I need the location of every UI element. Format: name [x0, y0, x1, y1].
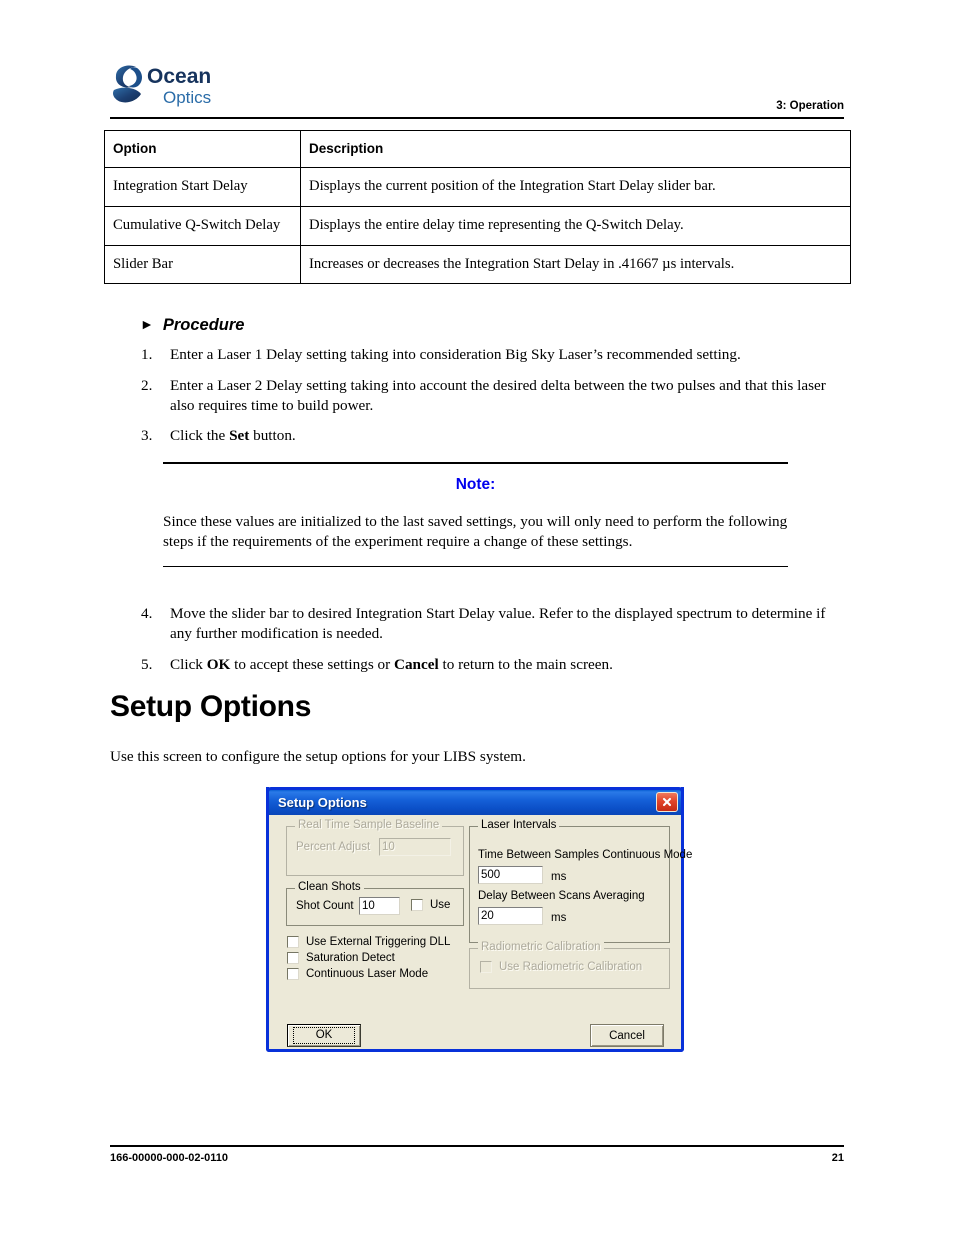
note-bottom-divider: [163, 565, 788, 568]
group-real-time-sample-baseline: Real Time Sample Baseline Percent Adjust…: [286, 819, 464, 876]
document-page: Ocean Optics 3: Operation Option Descrip…: [0, 0, 954, 1235]
cell-option: Cumulative Q-Switch Delay: [104, 205, 301, 246]
checkbox-label: Use External Triggering DLL: [306, 936, 451, 948]
cancel-button-label: Cancel: [609, 1029, 645, 1042]
dialog-titlebar[interactable]: Setup Options: [266, 787, 684, 815]
checkbox-continuous-laser-mode[interactable]: Continuous Laser Mode: [287, 968, 428, 980]
table-row: Slider Bar Increases or decreases the In…: [104, 244, 851, 285]
footer-divider: [110, 1145, 844, 1147]
step-number: 3.: [141, 427, 153, 445]
checkbox-label: Saturation Detect: [306, 952, 395, 964]
group-title-real-time-sample-baseline: Real Time Sample Baseline: [295, 819, 443, 831]
percent-adjust-label: Percent Adjust: [296, 841, 371, 853]
svg-text:Ocean: Ocean: [147, 65, 211, 88]
page-title: Setup Options: [110, 690, 312, 723]
column-header-option: Option: [104, 130, 301, 168]
step-text: Enter a Laser 2 Delay setting taking int…: [170, 376, 826, 414]
step-text: Enter a Laser 1 Delay setting taking int…: [170, 346, 741, 363]
options-table: Option Description Integration Start Del…: [104, 130, 851, 285]
step-number: 2.: [141, 376, 153, 394]
svg-text:Optics: Optics: [163, 88, 211, 107]
checkbox-label: Use Radiometric Calibration: [499, 961, 643, 973]
cell-description: Displays the entire delay time represent…: [300, 205, 851, 246]
checkbox-box: [480, 961, 492, 973]
time-between-samples-unit: ms: [551, 871, 567, 883]
group-title-radiometric-calibration: Radiometric Calibration: [478, 941, 604, 953]
procedure-heading: ► Procedure: [140, 316, 244, 335]
procedure-steps-first: 1. Enter a Laser 1 Delay setting taking …: [138, 345, 844, 457]
cell-option: Slider Bar: [104, 244, 301, 285]
checkbox-box[interactable]: [287, 968, 299, 980]
note-top-divider: [163, 462, 788, 464]
step-text: Click the Set button.: [170, 427, 296, 445]
step-number: 4.: [141, 605, 153, 622]
ocean-optics-logo: Ocean Optics: [110, 62, 236, 112]
list-item: 3. Click the Set button.: [138, 426, 844, 446]
shot-count-input[interactable]: 10: [359, 897, 400, 915]
header-chapter-label: 3: Operation: [776, 100, 844, 112]
dialog-title: Setup Options: [278, 795, 367, 810]
cell-description: Displays the current position of the Int…: [300, 167, 851, 207]
checkbox-use-radiometric-calibration: Use Radiometric Calibration: [480, 961, 642, 973]
dialog-body: Real Time Sample Baseline Percent Adjust…: [269, 812, 692, 1049]
group-radiometric-calibration: Radiometric Calibration Use Radiometric …: [469, 941, 670, 989]
time-between-samples-label: Time Between Samples Continuous Mode: [478, 849, 693, 861]
step-number: 5.: [141, 655, 153, 673]
list-item: 4. Move the slider bar to desired Integr…: [138, 604, 844, 644]
delay-between-scans-input[interactable]: 20: [478, 907, 543, 925]
note-title: Note:: [455, 475, 496, 493]
clean-shots-use-label: Use: [430, 899, 451, 911]
cell-option: Integration Start Delay: [104, 167, 301, 207]
procedure-steps-second: 4. Move the slider bar to desired Integr…: [138, 604, 844, 685]
note-callout: Note: Since these values are initialized…: [163, 462, 788, 568]
table-row: Cumulative Q-Switch Delay Displays the e…: [104, 205, 851, 246]
checkbox-saturation-detect[interactable]: Saturation Detect: [287, 952, 395, 964]
step-text: Click OK to accept these settings or Can…: [170, 655, 613, 673]
time-between-samples-input[interactable]: 500: [478, 866, 543, 884]
percent-adjust-field: 10: [379, 838, 451, 856]
step-text: Move the slider bar to desired Integrati…: [170, 605, 826, 642]
procedure-heading-label: Procedure: [162, 316, 245, 334]
clean-shots-use-checkbox[interactable]: Use: [411, 899, 450, 911]
ok-button[interactable]: OK: [287, 1024, 361, 1047]
setup-options-dialog: Setup Options Real Time Sample Baseline …: [266, 787, 692, 1052]
checkbox-use-external-triggering-dll[interactable]: Use External Triggering DLL: [287, 936, 450, 948]
list-item: 1. Enter a Laser 1 Delay setting taking …: [138, 345, 844, 365]
list-item: 5. Click OK to accept these settings or …: [138, 655, 844, 675]
group-laser-intervals: Laser Intervals Time Between Samples Con…: [469, 819, 692, 943]
close-icon[interactable]: [656, 792, 678, 812]
group-title-clean-shots: Clean Shots: [295, 881, 364, 893]
checkbox-box[interactable]: [287, 952, 299, 964]
column-header-description: Description: [300, 130, 851, 168]
page-header: Ocean Optics 3: Operation: [110, 62, 844, 122]
footer-page-number: 21: [831, 1152, 844, 1164]
table-row: Integration Start Delay Displays the cur…: [104, 167, 851, 207]
checkbox-label: Continuous Laser Mode: [306, 968, 429, 980]
note-body: Since these values are initialized to th…: [163, 512, 788, 550]
checkbox-box[interactable]: [411, 899, 423, 911]
cancel-button[interactable]: Cancel: [590, 1024, 664, 1047]
section-intro-text: Use this screen to configure the setup o…: [110, 748, 526, 765]
delay-between-scans-unit: ms: [551, 912, 567, 924]
delay-between-scans-label: Delay Between Scans Averaging: [478, 890, 645, 902]
triangle-right-icon: ►: [140, 316, 154, 332]
setup-options-dialog-figure: Setup Options Real Time Sample Baseline …: [266, 787, 692, 1052]
cell-description: Increases or decreases the Integration S…: [300, 244, 851, 285]
list-item: 2. Enter a Laser 2 Delay setting taking …: [138, 376, 844, 416]
table-header-row: Option Description: [104, 130, 851, 168]
step-number: 1.: [141, 346, 153, 363]
ok-button-label: OK: [292, 1027, 356, 1044]
group-title-laser-intervals: Laser Intervals: [478, 819, 560, 831]
checkbox-box[interactable]: [287, 936, 299, 948]
header-divider: [110, 117, 844, 119]
shot-count-label: Shot Count: [296, 900, 354, 912]
group-clean-shots: Clean Shots Shot Count 10 Use: [286, 881, 464, 926]
